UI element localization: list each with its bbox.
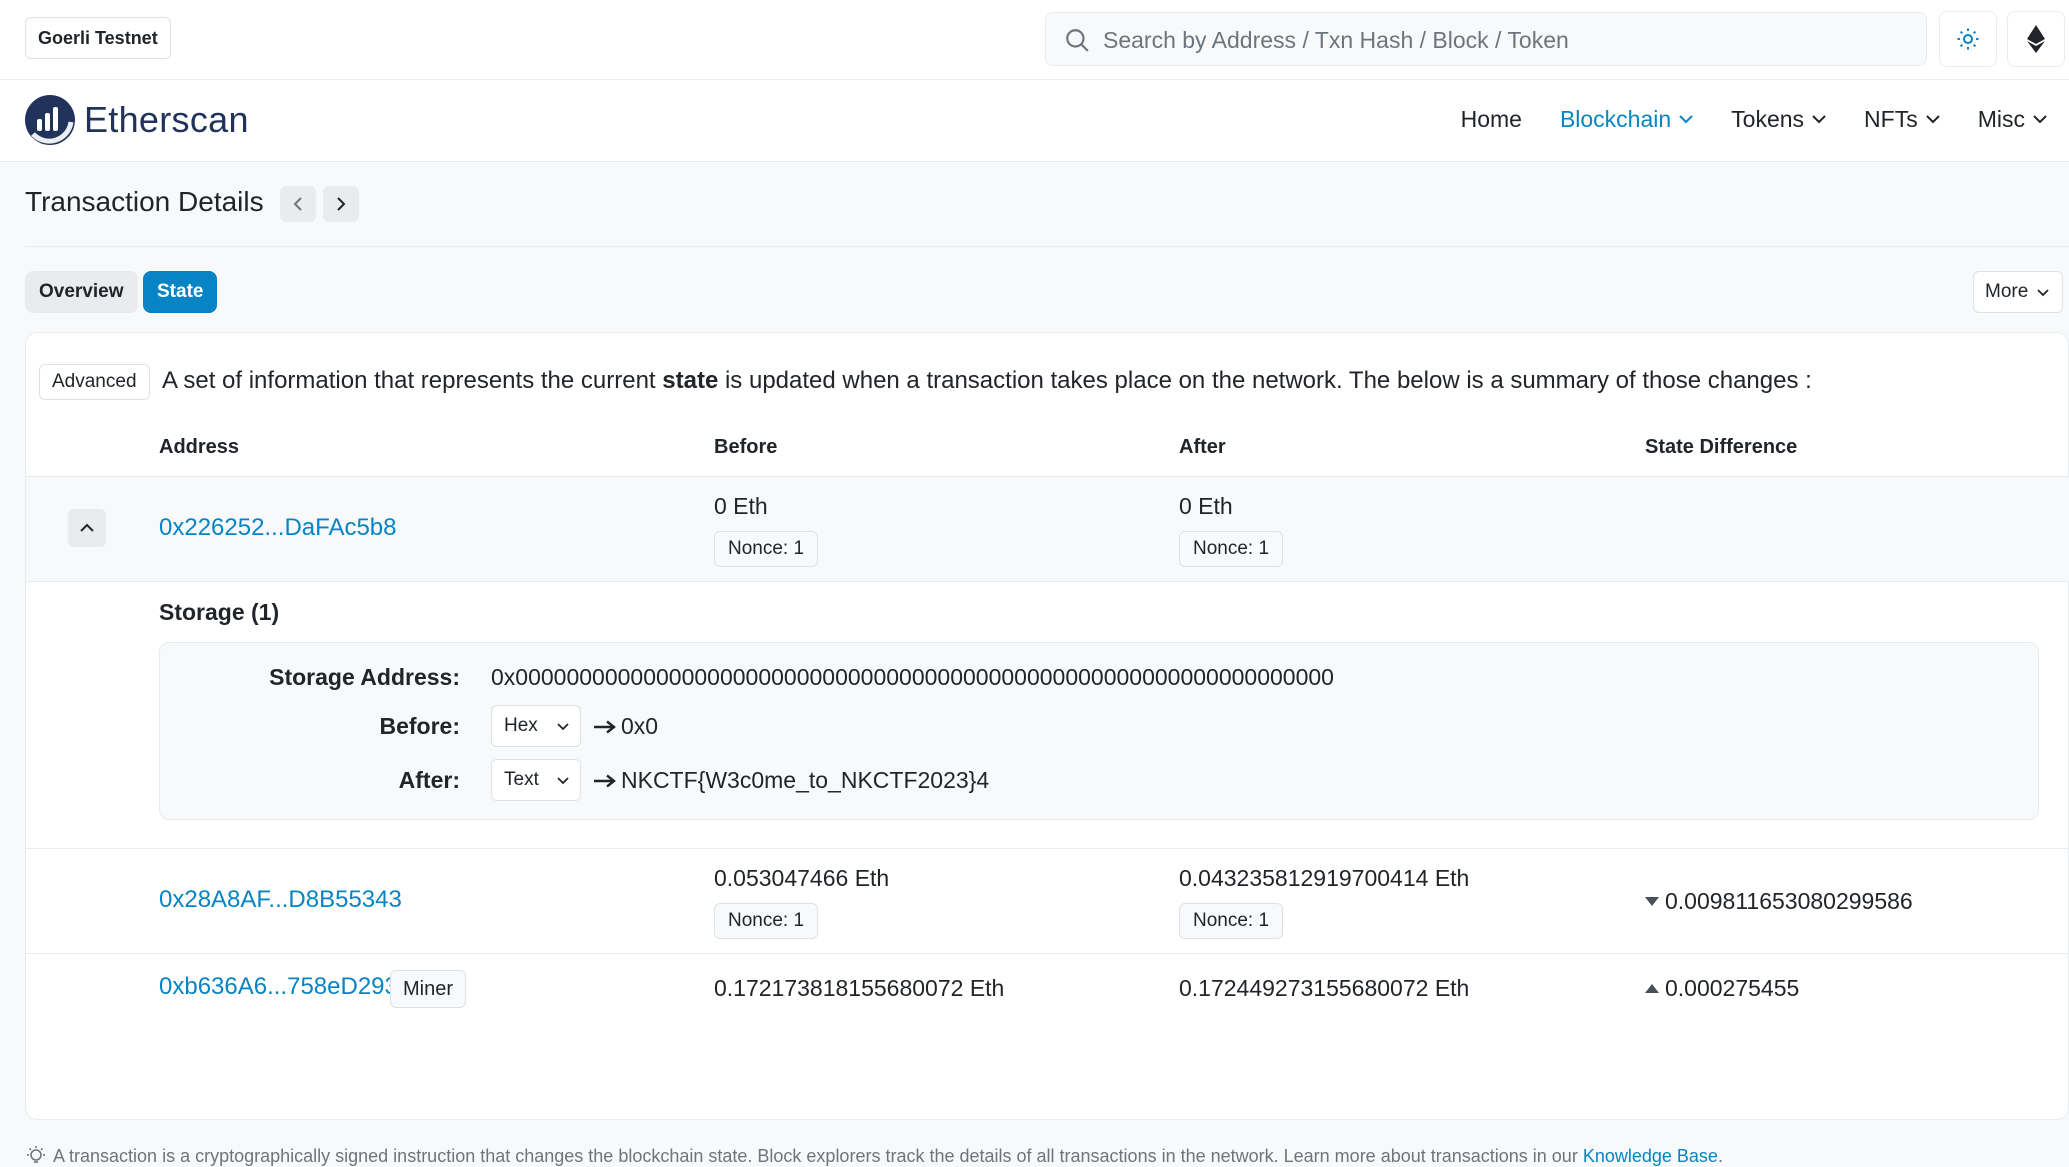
- storage-title: Storage (1): [159, 599, 280, 625]
- before-balance: 0 Eth: [714, 493, 768, 519]
- logo-text: Etherscan: [84, 99, 249, 140]
- state-difference: 0.000275455: [1645, 975, 1799, 1002]
- nav-home-label: Home: [1460, 106, 1522, 132]
- chevron-down-icon: [1679, 115, 1693, 124]
- before-format-value: Hex: [504, 715, 538, 736]
- nav-links: Home Blockchain Tokens NFTs Misc: [1461, 106, 2047, 133]
- etherscan-logo-icon: [25, 95, 75, 145]
- storage-after-value: NKCTF{W3c0me_to_NKCTF2023}4: [621, 767, 990, 793]
- state-card: Advanced A set of information that repre…: [25, 332, 2069, 1120]
- storage-before-label: Before:: [379, 713, 460, 739]
- after-balance: 0.043235812919700414 Eth: [1179, 865, 1470, 891]
- storage-after-label: After:: [398, 767, 460, 793]
- before-nonce-badge: Nonce: 1: [714, 903, 819, 939]
- search-box[interactable]: [1045, 12, 1927, 66]
- etherscan-logo[interactable]: Etherscan: [24, 94, 249, 146]
- before-balance: 0.053047466 Eth: [714, 865, 890, 891]
- state-difference: 0.009811653080299586: [1645, 888, 1913, 915]
- before-balance: 0.172173818155680072 Eth: [714, 975, 1005, 1001]
- knowledge-base-link[interactable]: Knowledge Base: [1583, 1146, 1718, 1166]
- after-balance: 0.172449273155680072 Eth: [1179, 975, 1470, 1001]
- address-link[interactable]: 0x28A8AF...D8B55343: [159, 886, 402, 914]
- chevron-right-icon: [337, 197, 346, 211]
- chevron-up-icon: [80, 523, 94, 532]
- chevron-down-icon: [2033, 115, 2047, 124]
- sun-icon: [1957, 28, 1979, 50]
- advanced-button[interactable]: Advanced: [39, 364, 150, 400]
- chevron-down-icon: [557, 777, 569, 785]
- miner-badge: Miner: [390, 970, 467, 1008]
- network-switch-button[interactable]: [2007, 11, 2065, 67]
- storage-panel: Storage Address: 0x000000000000000000000…: [159, 642, 2039, 820]
- footer-note-text: A transaction is a cryptographically sig…: [53, 1145, 1583, 1166]
- nav-nfts-label: NFTs: [1864, 106, 1918, 132]
- footer-note: A transaction is a cryptographically sig…: [25, 1145, 1723, 1167]
- nav-blockchain-label: Blockchain: [1559, 106, 1672, 132]
- chevron-left-icon: [293, 197, 302, 211]
- state-difference-value: 0.000275455: [1665, 975, 1800, 1001]
- caret-down-icon: [1645, 897, 1659, 906]
- theme-toggle-button[interactable]: [1939, 11, 1997, 67]
- row-divider: [26, 953, 2069, 954]
- after-nonce-badge: Nonce: 1: [1179, 903, 1284, 939]
- chevron-down-icon: [1926, 115, 1940, 124]
- next-transaction-button[interactable]: [323, 186, 359, 222]
- prev-transaction-button[interactable]: [280, 186, 316, 222]
- column-header-before: Before: [714, 436, 778, 458]
- chevron-down-icon: [2037, 289, 2049, 297]
- column-header-address: Address: [159, 436, 240, 458]
- nav-misc[interactable]: Misc: [1978, 106, 2047, 133]
- caret-up-icon: [1645, 984, 1659, 993]
- more-button-label: More: [1985, 281, 2029, 302]
- nav-misc-label: Misc: [1977, 106, 2025, 132]
- storage-address-value: 0x00000000000000000000000000000000000000…: [491, 664, 1334, 690]
- lightbulb-icon: [27, 1146, 45, 1163]
- arrow-right-icon: [594, 720, 616, 733]
- network-selector[interactable]: Goerli Testnet: [25, 17, 171, 59]
- footer-note-end: .: [1717, 1145, 1723, 1166]
- storage-address-label: Storage Address:: [269, 664, 460, 690]
- column-header-after: After: [1179, 436, 1226, 458]
- intro-text-start: A set of information that represents the…: [162, 367, 663, 394]
- after-nonce-badge: Nonce: 1: [1179, 531, 1284, 567]
- page-title: Transaction Details: [25, 186, 264, 217]
- column-header-state-difference: State Difference: [1645, 436, 1798, 458]
- more-button[interactable]: More: [1973, 271, 2063, 313]
- ethereum-icon: [2027, 25, 2045, 53]
- collapse-row-button[interactable]: [68, 509, 106, 547]
- address-link[interactable]: 0xb636A6...758eD293: [159, 973, 398, 1001]
- address-link[interactable]: 0x226252...DaFAc5b8: [159, 514, 397, 542]
- search-icon: [1066, 29, 1089, 52]
- storage-after-value-row: NKCTF{W3c0me_to_NKCTF2023}4: [593, 767, 989, 794]
- before-nonce-badge: Nonce: 1: [714, 531, 819, 567]
- after-format-select[interactable]: Text: [491, 759, 581, 801]
- search-input[interactable]: [1103, 21, 1903, 59]
- row-divider: [26, 848, 2069, 849]
- after-balance: 0 Eth: [1179, 493, 1233, 519]
- intro-text-end: is updated when a transaction takes plac…: [718, 367, 1812, 394]
- before-format-select[interactable]: Hex: [491, 705, 581, 747]
- nav-nfts[interactable]: NFTs: [1864, 106, 1940, 133]
- top-bar: Goerli Testnet: [0, 0, 2069, 80]
- chevron-down-icon: [557, 723, 569, 731]
- nav-home[interactable]: Home: [1461, 106, 1522, 133]
- nav-tokens[interactable]: Tokens: [1731, 106, 1826, 133]
- state-intro: A set of information that represents the…: [162, 367, 1812, 395]
- storage-before-value-row: 0x0: [593, 713, 658, 740]
- storage-before-value: 0x0: [621, 713, 659, 739]
- intro-text-bold: state: [662, 367, 719, 394]
- arrow-right-icon: [594, 774, 616, 787]
- tab-state[interactable]: State: [143, 271, 218, 313]
- chevron-down-icon: [1812, 115, 1826, 124]
- tab-overview[interactable]: Overview: [25, 271, 138, 313]
- main-navbar: Etherscan Home Blockchain Tokens NFTs Mi…: [0, 80, 2069, 162]
- after-format-value: Text: [504, 769, 539, 790]
- state-difference-value: 0.009811653080299586: [1665, 888, 1913, 914]
- nav-tokens-label: Tokens: [1731, 106, 1805, 132]
- nav-blockchain[interactable]: Blockchain: [1560, 106, 1693, 133]
- divider: [25, 246, 2069, 247]
